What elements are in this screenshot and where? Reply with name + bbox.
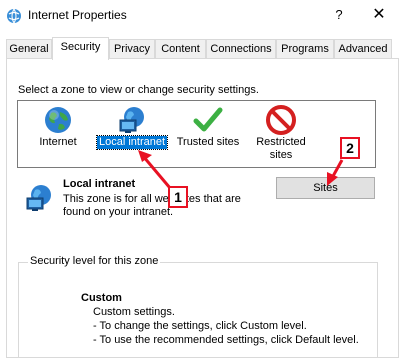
security-level-legend: Security level for this zone — [28, 255, 161, 267]
title-bar: Internet Properties ? ✕ — [0, 0, 401, 31]
internet-properties-icon — [7, 8, 21, 24]
annotation-badge-2: 2 — [340, 137, 360, 159]
zone-local-intranet[interactable]: Local intranet — [95, 104, 169, 150]
security-level-line: Custom settings. — [93, 306, 175, 318]
sites-button[interactable]: Sites — [276, 177, 375, 199]
description-line: found on your intranet. — [63, 206, 174, 218]
zone-restricted-sites[interactable]: Restricted sites — [250, 104, 312, 162]
tab-general[interactable]: General — [6, 39, 52, 59]
close-button[interactable]: ✕ — [362, 2, 396, 28]
description-line: This zone is for all web sites that are — [63, 193, 241, 205]
zone-detail-title: Local intranet — [63, 178, 136, 190]
tab-security[interactable]: Security — [52, 37, 109, 60]
zone-label: Internet — [39, 136, 77, 148]
tab-strip: General Security Privacy Content Connect… — [6, 37, 401, 60]
checkmark-icon — [193, 107, 223, 132]
help-button[interactable]: ? — [330, 4, 348, 26]
zone-label: Local intranet — [95, 135, 169, 150]
zone-prompt: Select a zone to view or change security… — [18, 84, 259, 96]
tab-advanced[interactable]: Advanced — [334, 39, 392, 59]
intranet-icon — [26, 185, 51, 211]
security-level-line: - To change the settings, click Custom l… — [93, 320, 307, 332]
restricted-icon — [266, 105, 296, 135]
intranet-icon — [119, 107, 144, 133]
zone-label: Trusted sites — [176, 136, 240, 148]
security-level-name: Custom — [81, 292, 122, 304]
zone-internet[interactable]: Internet — [30, 104, 86, 149]
annotation-badge-1: 1 — [168, 186, 188, 208]
security-level-line: - To use the recommended settings, click… — [93, 334, 359, 346]
zone-label: sites — [269, 149, 293, 161]
tab-privacy[interactable]: Privacy — [109, 39, 155, 59]
tab-connections[interactable]: Connections — [206, 39, 276, 59]
tab-programs[interactable]: Programs — [276, 39, 334, 59]
zone-detail-description: This zone is for all web sites that are … — [63, 193, 248, 219]
tab-content[interactable]: Content — [155, 39, 206, 59]
globe-icon — [45, 107, 71, 133]
window-title: Internet Properties — [28, 8, 127, 22]
zone-label: Restricted — [256, 136, 306, 148]
zone-trusted-sites[interactable]: Trusted sites — [172, 104, 244, 149]
